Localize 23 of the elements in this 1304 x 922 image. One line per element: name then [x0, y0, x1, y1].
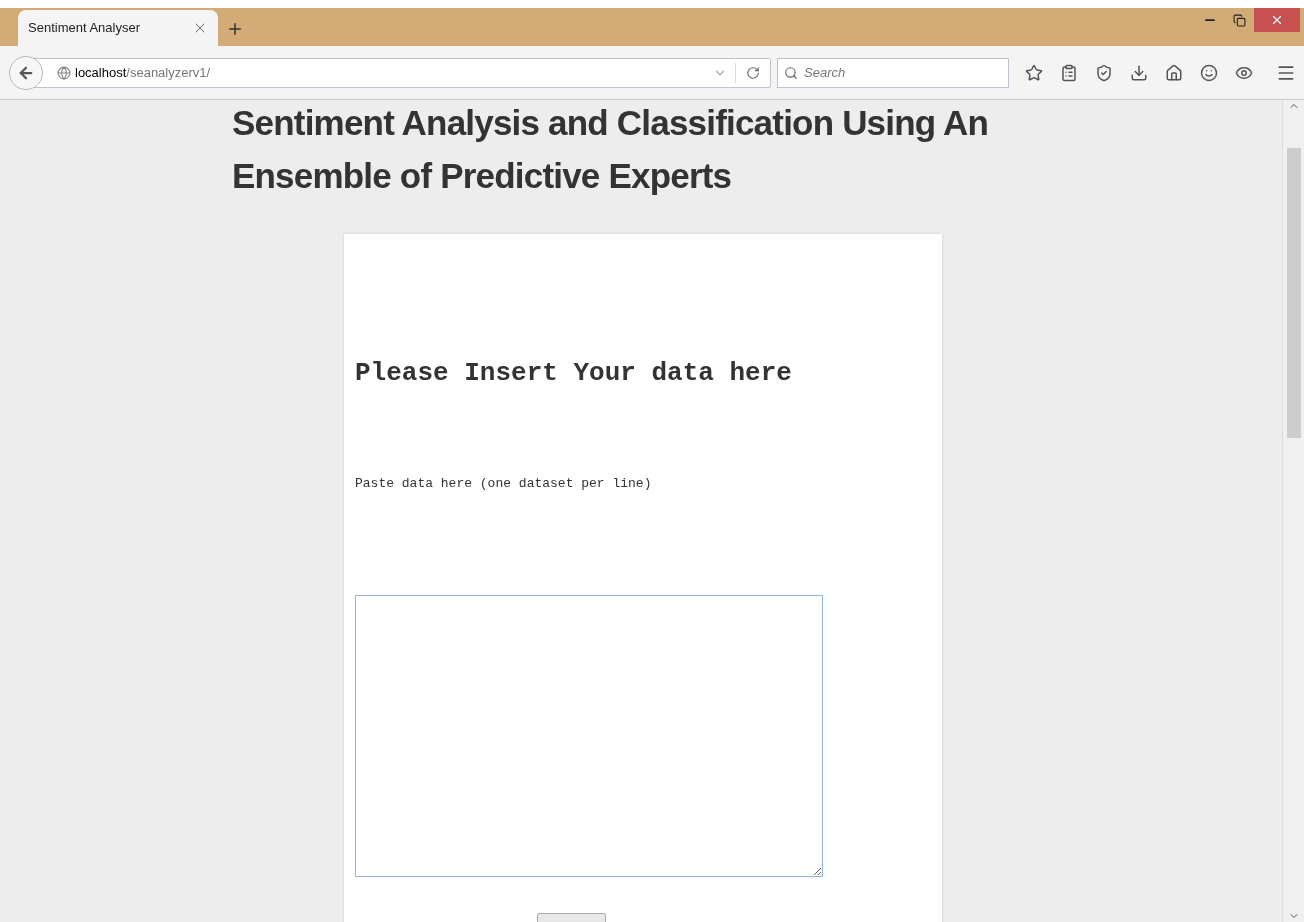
- search-icon: [784, 65, 798, 80]
- download-icon[interactable]: [1130, 63, 1148, 82]
- restore-icon[interactable]: [1233, 13, 1246, 27]
- close-icon: [1270, 13, 1284, 27]
- globe-icon: [57, 65, 71, 80]
- browser-tab[interactable]: Sentiment Analyser: [18, 10, 218, 46]
- scrollbar[interactable]: [1282, 100, 1304, 922]
- home-icon[interactable]: [1165, 63, 1183, 82]
- field-label: Paste data here (one dataset per line): [355, 475, 653, 493]
- form-heading: Please Insert Your data here: [355, 357, 793, 390]
- search-field[interactable]: Search: [777, 57, 1009, 88]
- data-input-field[interactable]: [355, 594, 823, 877]
- url-text: localhost/seanalyzerv1/: [75, 63, 211, 82]
- scrollbar-thumb[interactable]: [1286, 148, 1301, 438]
- bookmark-star-icon[interactable]: [1025, 63, 1043, 82]
- reload-icon[interactable]: [746, 65, 760, 80]
- shield-icon[interactable]: [1095, 63, 1113, 82]
- back-button[interactable]: [9, 55, 43, 90]
- clipboard-icon[interactable]: [1060, 63, 1078, 82]
- smiley-icon[interactable]: [1200, 63, 1218, 82]
- tab-title: Sentiment Analyser: [28, 19, 140, 38]
- new-tab-icon[interactable]: [226, 20, 244, 38]
- page-title: Sentiment Analysis and Classification Using An Ensemble of Predictive Experts: [232, 102, 990, 197]
